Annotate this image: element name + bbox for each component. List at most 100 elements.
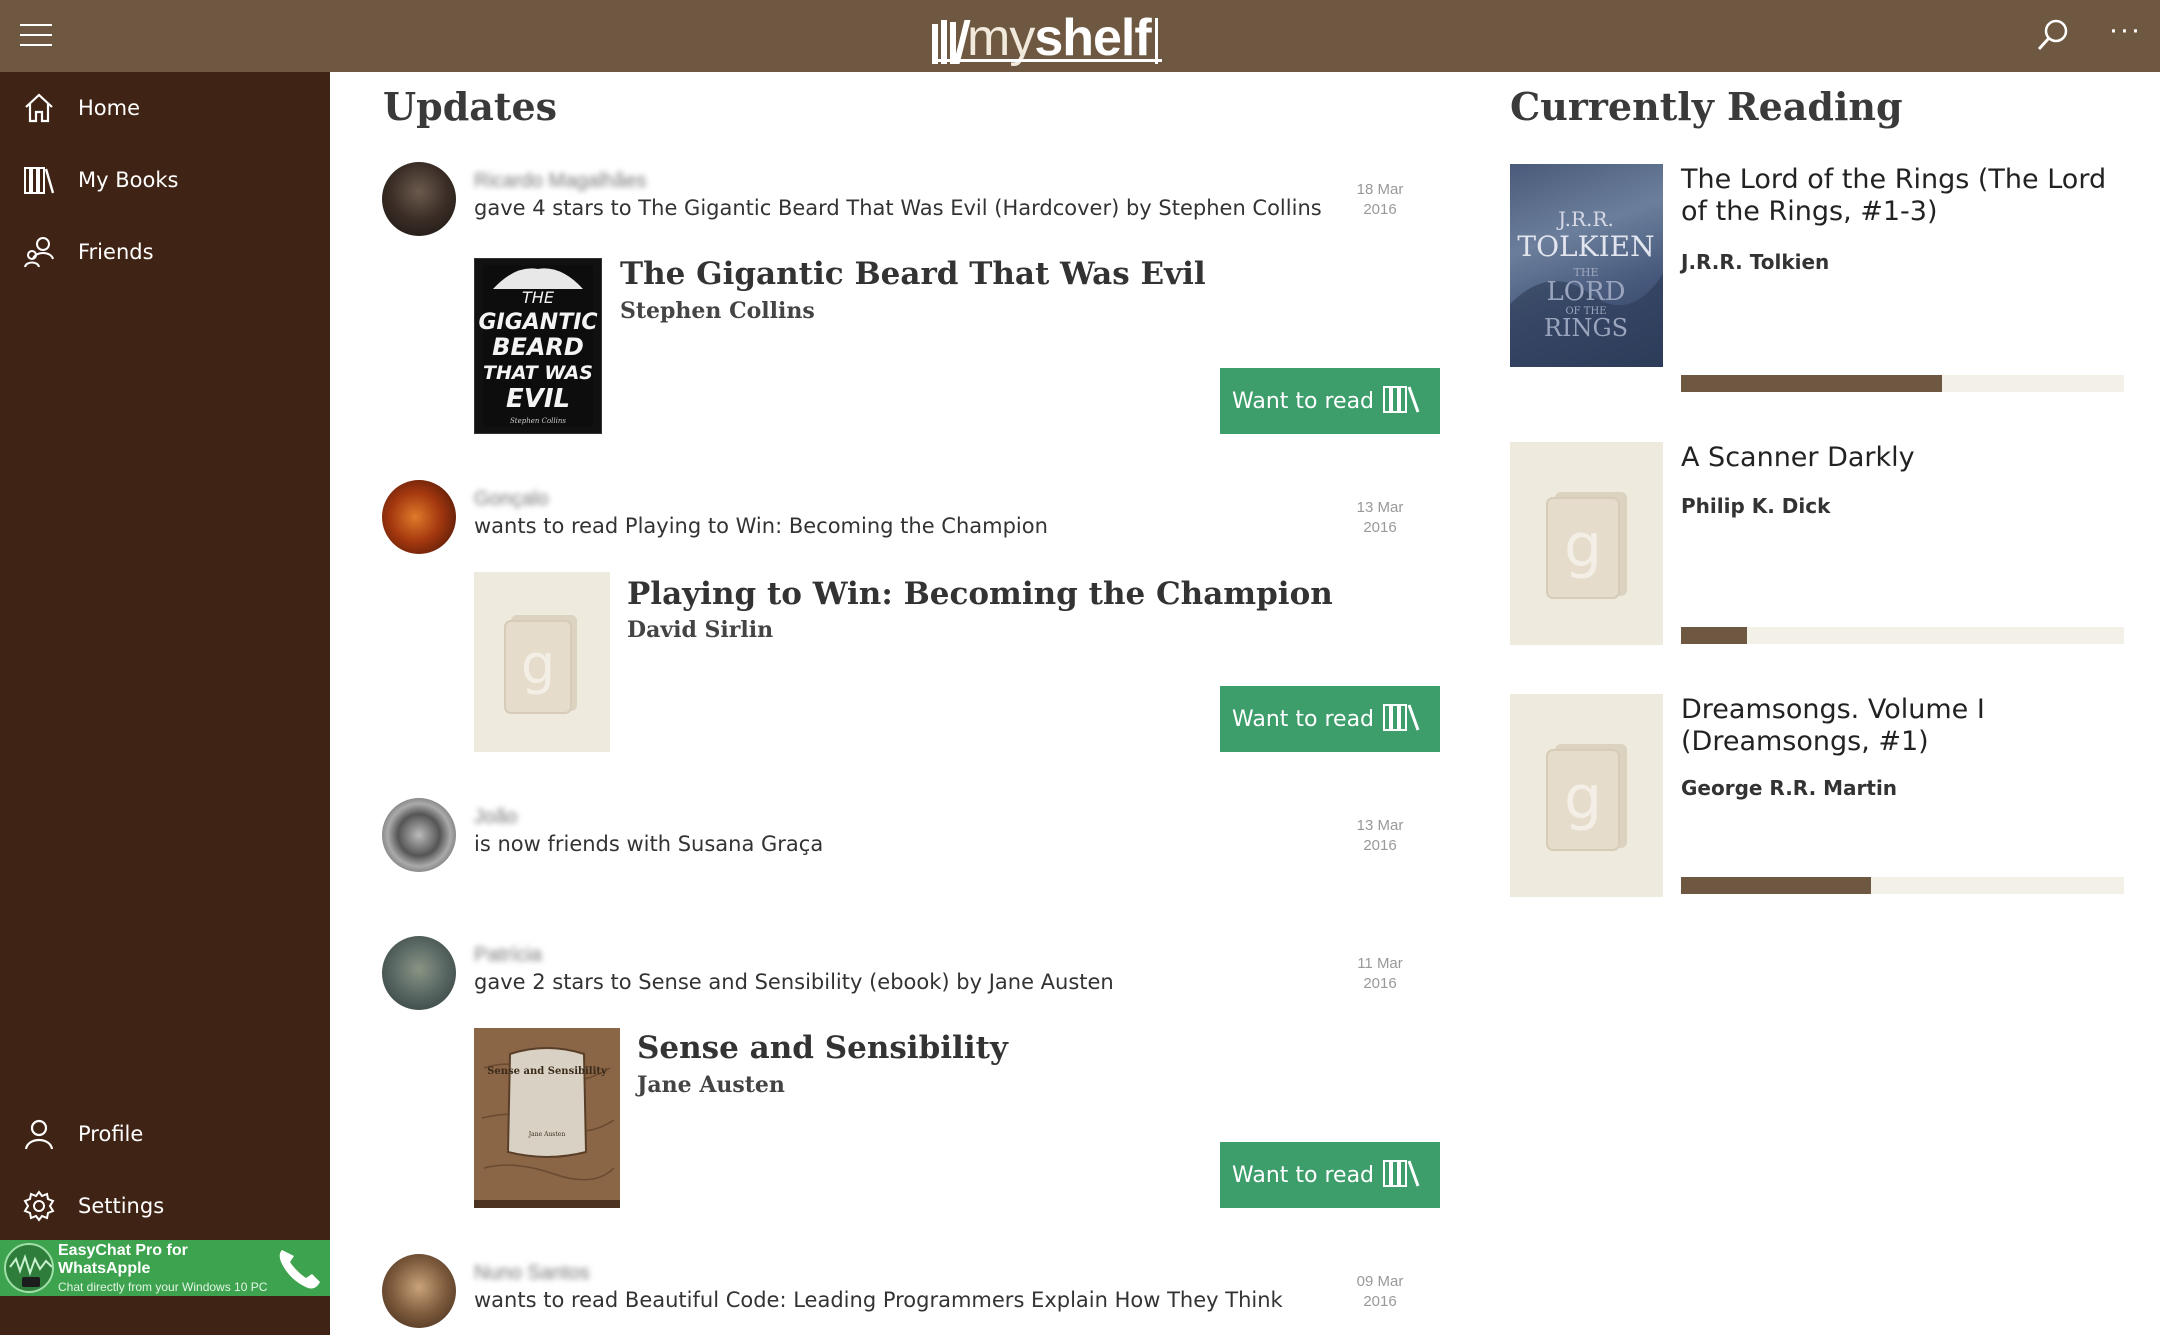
user-name[interactable]: Patrícia (474, 944, 542, 967)
user-name[interactable]: Gonçalo (474, 488, 549, 511)
update-date: 18 Mar 2016 (1356, 181, 1404, 218)
gear-icon (0, 1189, 78, 1223)
phone-icon (270, 1240, 330, 1296)
friends-icon (0, 235, 78, 269)
update-text: wants to read Playing to Win: Becoming t… (474, 514, 1048, 538)
user-avatar[interactable] (382, 936, 456, 1010)
hamburger-menu-icon[interactable] (20, 24, 52, 48)
update-date: 09 Mar 2016 (1356, 1273, 1404, 1310)
user-avatar[interactable] (382, 798, 456, 872)
sidebar-item-label: Home (78, 96, 141, 120)
book-title[interactable]: A Scanner Darkly (1681, 442, 2121, 474)
book-cover[interactable]: Sense and Sensibility Jane Austen (474, 1028, 620, 1208)
promo-subtitle: Chat directly from your Windows 10 PC (58, 1280, 268, 1294)
sidebar-item-label: My Books (78, 168, 179, 192)
myshelf-logo: myshelf (932, 8, 1162, 64)
bookshelf-icon (1382, 702, 1426, 737)
reading-progress-bar (1681, 627, 2124, 644)
goodreads-g-icon: g (504, 615, 577, 714)
cover-line: RINGS (1544, 314, 1628, 342)
currently-reading-item[interactable]: g Dreamsongs. Volume I (Dreamsongs, #1) … (1510, 694, 2124, 904)
home-icon (0, 91, 78, 125)
update-date: 11 Mar 2016 (1357, 955, 1403, 992)
user-name[interactable]: Ricardo Magalhães (474, 170, 646, 193)
update-item: Patrícia gave 2 stars to Sense and Sensi… (382, 936, 1442, 1216)
user-name[interactable]: Nuno Santos (474, 1262, 590, 1285)
search-icon[interactable] (2036, 18, 2070, 52)
goodreads-g-icon: g (1545, 743, 1627, 851)
cover-title-line: EVIL (506, 384, 570, 414)
update-item: João is now friends with Susana Graça 13… (382, 798, 1442, 888)
book-author[interactable]: Stephen Collins (620, 298, 815, 324)
reading-progress-fill (1681, 877, 1872, 894)
book-cover-placeholder[interactable]: g (1510, 442, 1663, 645)
sidebar-item-label: Friends (78, 240, 154, 264)
want-to-read-label: Want to read (1232, 1162, 1375, 1188)
book-cover-placeholder[interactable]: g (474, 572, 610, 752)
sidebar-item-friends[interactable]: Friends (0, 216, 330, 288)
book-title[interactable]: Sense and Sensibility (637, 1030, 1008, 1066)
book-title[interactable]: Playing to Win: Becoming the Champion (627, 576, 1333, 612)
reading-progress-bar (1681, 877, 2124, 894)
easychat-logo-icon (4, 1243, 54, 1293)
svg-text:g: g (1563, 511, 1601, 581)
currently-reading-item[interactable]: g A Scanner Darkly Philip K. Dick (1510, 442, 2124, 652)
want-to-read-button[interactable]: Want to read (1220, 1142, 1440, 1208)
want-to-read-button[interactable]: Want to read (1220, 686, 1440, 752)
update-text: wants to read Beautiful Code: Leading Pr… (474, 1288, 1283, 1312)
book-cover-placeholder[interactable]: g (1510, 694, 1663, 897)
svg-text:g: g (1563, 763, 1601, 833)
book-title[interactable]: Dreamsongs. Volume I (Dreamsongs, #1) (1681, 694, 2121, 758)
book-author[interactable]: David Sirlin (627, 617, 773, 643)
book-author[interactable]: J.R.R. Tolkien (1681, 250, 1829, 274)
book-author[interactable]: Jane Austen (637, 1072, 785, 1098)
promo-title: EasyChat Pro for WhatsApple (58, 1242, 188, 1277)
cover-title-line: THAT WAS (483, 362, 593, 384)
sidebar-item-settings[interactable]: Settings (0, 1170, 330, 1242)
user-name[interactable]: João (474, 806, 517, 829)
cover-author: Jane Austen (528, 1131, 566, 1138)
sidebar-item-label: Profile (78, 1122, 144, 1146)
update-item: Ricardo Magalhães gave 4 stars to The Gi… (382, 162, 1442, 442)
update-text: gave 2 stars to Sense and Sensibility (e… (474, 970, 1114, 994)
reading-progress-fill (1681, 375, 1943, 392)
update-item: Nuno Santos wants to read Beautiful Code… (382, 1254, 1442, 1335)
user-avatar[interactable] (382, 480, 456, 554)
update-date: 13 Mar 2016 (1356, 817, 1404, 854)
book-author[interactable]: George R.R. Martin (1681, 776, 1897, 800)
cover-line: J.R.R. (1556, 207, 1614, 231)
update-item: Gonçalo wants to read Playing to Win: Be… (382, 480, 1442, 760)
user-avatar[interactable] (382, 1254, 456, 1328)
sidebar-item-my-books[interactable]: My Books (0, 144, 330, 216)
bookshelf-icon (0, 163, 78, 197)
sidebar-item-home[interactable]: Home (0, 72, 330, 144)
updates-heading: Updates (383, 84, 558, 129)
book-cover[interactable]: THE GIGANTIC BEARD THAT WAS EVIL Stephen… (474, 258, 602, 434)
cover-line: LORD (1546, 277, 1625, 307)
cover-title-line: THE (522, 288, 555, 307)
title-bar: myshelf ··· (0, 0, 2160, 72)
reading-progress-fill (1681, 627, 1748, 644)
person-icon (0, 1117, 78, 1151)
currently-reading-item[interactable]: J.R.R. TOLKIEN THE LORD OF THE RINGS The… (1510, 164, 2124, 394)
cover-title-line: GIGANTIC (478, 310, 597, 335)
sidebar-item-label: Settings (78, 1194, 165, 1218)
want-to-read-button[interactable]: Want to read (1220, 368, 1440, 434)
promo-banner[interactable]: EasyChat Pro for WhatsApple Chat directl… (0, 1240, 330, 1296)
book-title[interactable]: The Gigantic Beard That Was Evil (620, 256, 1206, 292)
cover-credit: Stephen Collins (510, 417, 566, 425)
want-to-read-label: Want to read (1232, 388, 1375, 414)
more-options-icon[interactable]: ··· (2108, 15, 2142, 50)
goodreads-g-icon: g (1545, 491, 1627, 599)
sidebar: Home My Books Friends Profile Settings E… (0, 72, 330, 1335)
reading-progress-bar (1681, 375, 2124, 392)
book-cover[interactable]: J.R.R. TOLKIEN THE LORD OF THE RINGS (1510, 164, 1663, 367)
user-avatar[interactable] (382, 162, 456, 236)
book-title[interactable]: The Lord of the Rings (The Lord of the R… (1681, 164, 2121, 228)
sidebar-item-profile[interactable]: Profile (0, 1098, 330, 1170)
svg-text:g: g (521, 633, 555, 696)
book-author[interactable]: Philip K. Dick (1681, 494, 1830, 518)
cover-title-line: BEARD (492, 333, 584, 361)
update-text: gave 4 stars to The Gigantic Beard That … (474, 196, 1322, 220)
currently-reading-heading: Currently Reading (1510, 84, 1903, 129)
